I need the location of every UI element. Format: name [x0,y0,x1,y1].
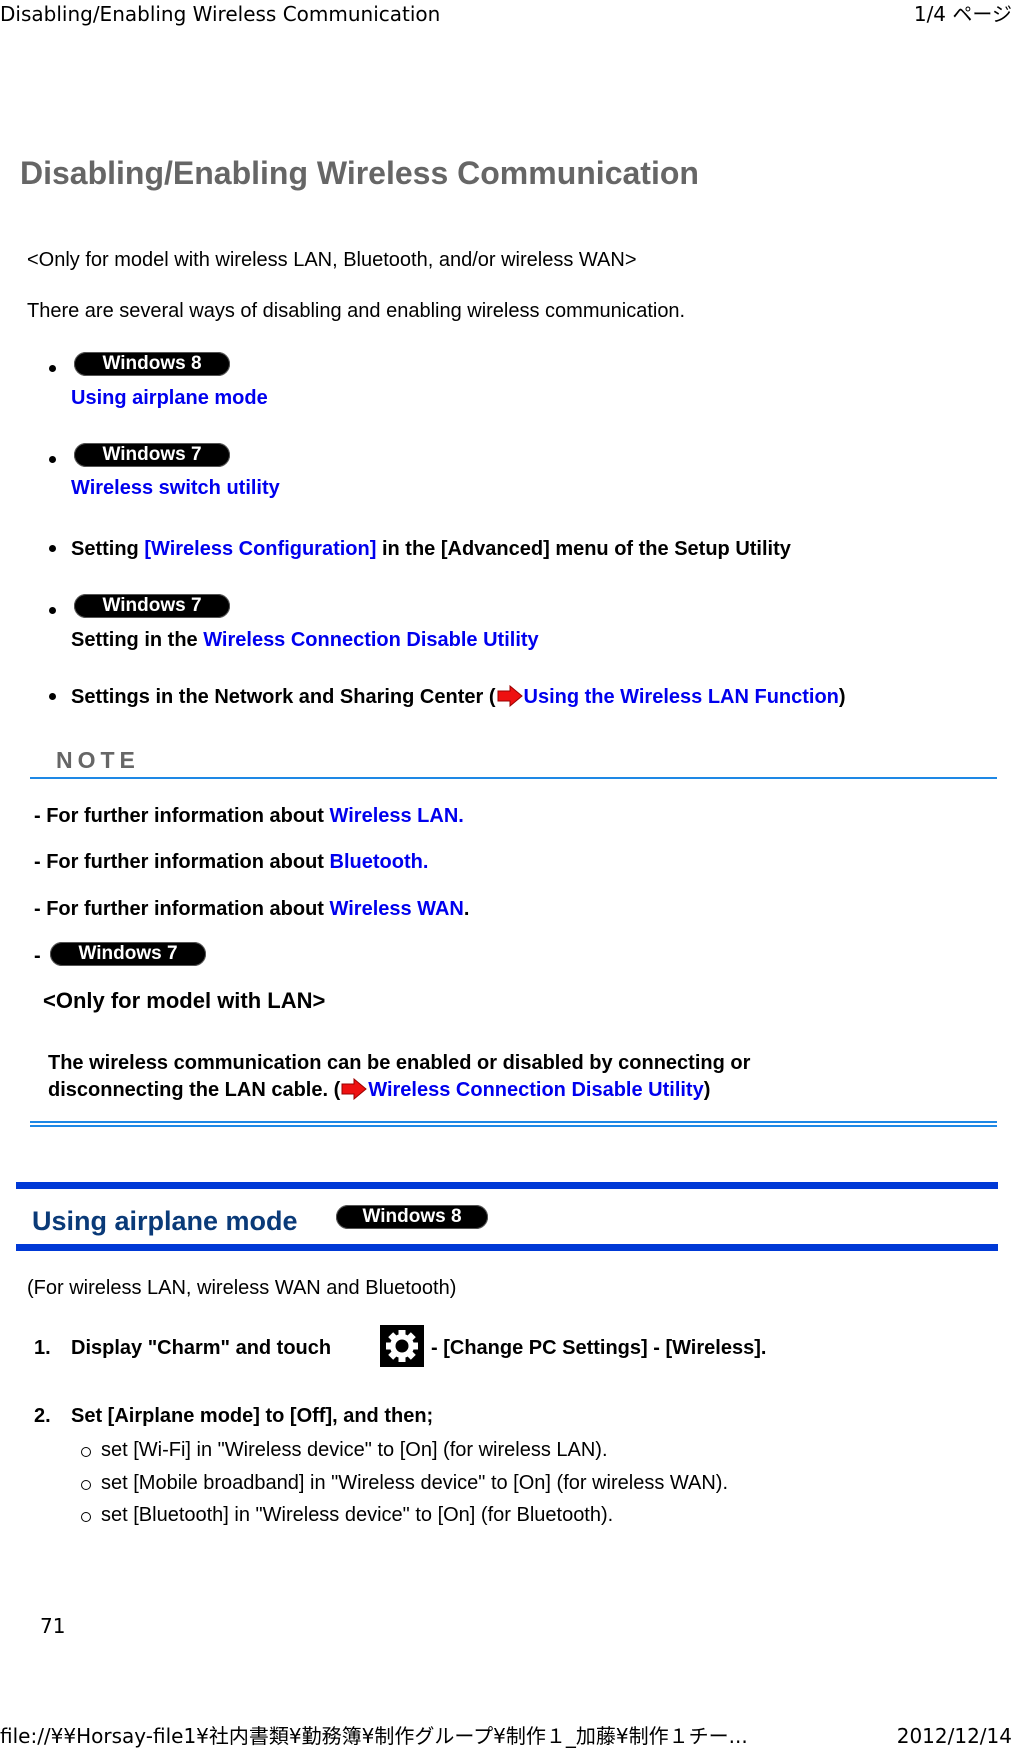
note-text: - For further information about [34,851,330,873]
windows7-badge: Windows 7 [50,942,206,966]
note-lan-text-line1: The wireless communication can be enable… [48,1052,751,1074]
print-footer-date: 2012/12/14 [896,1724,1012,1748]
circle-bullet-icon [81,1447,91,1457]
method-disable-utility: Setting in the Wireless Connection Disab… [71,628,539,652]
windows8-badge: Windows 8 [74,352,230,376]
link-wireless-configuration[interactable]: [Wireless Configuration] [144,538,376,560]
note-top-divider [30,777,997,779]
substep: set [Bluetooth] in "Wireless device" to … [101,1504,614,1526]
note-bottom-divider [30,1125,997,1127]
note-text: . [463,898,470,920]
method-text: in the [Advanced] menu of the Setup Util… [376,538,791,560]
section-top-bar [16,1182,998,1189]
intro-summary: There are several ways of disabling and … [27,300,686,322]
note-text: disconnecting the LAN cable. ( [48,1079,341,1101]
note-text: - For further information about [34,805,330,827]
bullet-icon [49,456,56,463]
bullet-icon [49,545,56,552]
note-lan-text-line2: disconnecting the LAN cable. ( Wireless C… [48,1078,710,1102]
step-2-text: Set [Airplane mode] to [Off], and then; [71,1405,434,1427]
print-footer-path: file://¥¥Horsay-file1¥社内書類¥勤務簿¥制作グループ¥制作… [0,1724,748,1748]
step-1-suffix: - [Change PC Settings] - [Wireless]. [431,1337,767,1359]
red-arrow-icon [497,685,523,707]
page-title: Disabling/Enabling Wireless Communicatio… [20,155,699,191]
print-header-title: Disabling/Enabling Wireless Communicatio… [0,2,441,26]
link-wireless-connection-disable-utility[interactable]: Wireless Connection Disable Utility [203,629,538,651]
link-wireless-lan[interactable]: Wireless LAN. [330,805,464,827]
note-lan-scope: <Only for model with LAN> [43,988,326,1013]
note-text: - For further information about [34,898,330,920]
step-1-text: Display "Charm" and touch [71,1337,332,1359]
substep: set [Wi-Fi] in "Wireless device" to [On]… [101,1439,608,1461]
section-bottom-bar [16,1244,998,1251]
link-wireless-connection-disable-utility-note[interactable]: Wireless Connection Disable Utility [368,1079,703,1101]
step-number: 1. [34,1337,51,1359]
bullet-icon [49,365,56,372]
red-arrow-icon [341,1078,368,1100]
circle-bullet-icon [81,1480,91,1490]
section-applies-to: (For wireless LAN, wireless WAN and Blue… [27,1277,457,1299]
method-network-sharing: Settings in the Network and Sharing Cent… [71,685,846,709]
method-text: Setting [71,538,145,560]
intro-scope: <Only for model with wireless LAN, Bluet… [27,249,637,271]
substep: set [Mobile broadband] in "Wireless devi… [101,1472,729,1494]
windows8-badge: Windows 8 [336,1205,488,1229]
step-number: 2. [34,1405,51,1427]
gear-icon [380,1325,424,1367]
method-text: Settings in the Network and Sharing Cent… [71,686,496,708]
bullet-icon [49,693,56,700]
circle-bullet-icon [81,1512,91,1522]
windows7-badge: Windows 7 [74,594,230,618]
note-text: ) [703,1079,711,1101]
method-setup-utility: Setting [Wireless Configuration] in the … [71,537,791,561]
link-wireless-switch-utility[interactable]: Wireless switch utility [71,476,280,500]
link-bluetooth[interactable]: Bluetooth. [330,851,429,873]
print-header-page: 1/4 ページ [913,2,1012,26]
note-item: - For further information about Wireless… [34,804,464,828]
note-bottom-divider [30,1121,997,1123]
method-text: Setting in the [71,629,204,651]
note-dash: - [34,945,41,967]
link-wireless-wan[interactable]: Wireless WAN [330,898,464,920]
link-using-wireless-lan-function[interactable]: Using the Wireless LAN Function [524,686,839,708]
method-text: ) [838,686,846,708]
page-number: 71 [40,1614,66,1638]
note-item: - For further information about Bluetoot… [34,850,428,874]
note-title: NOTE [56,747,140,773]
link-using-airplane-mode[interactable]: Using airplane mode [71,386,268,410]
note-item: - For further information about Wireless… [34,897,469,921]
section-heading: Using airplane mode [32,1206,298,1236]
bullet-icon [49,607,56,614]
windows7-badge: Windows 7 [74,443,230,467]
